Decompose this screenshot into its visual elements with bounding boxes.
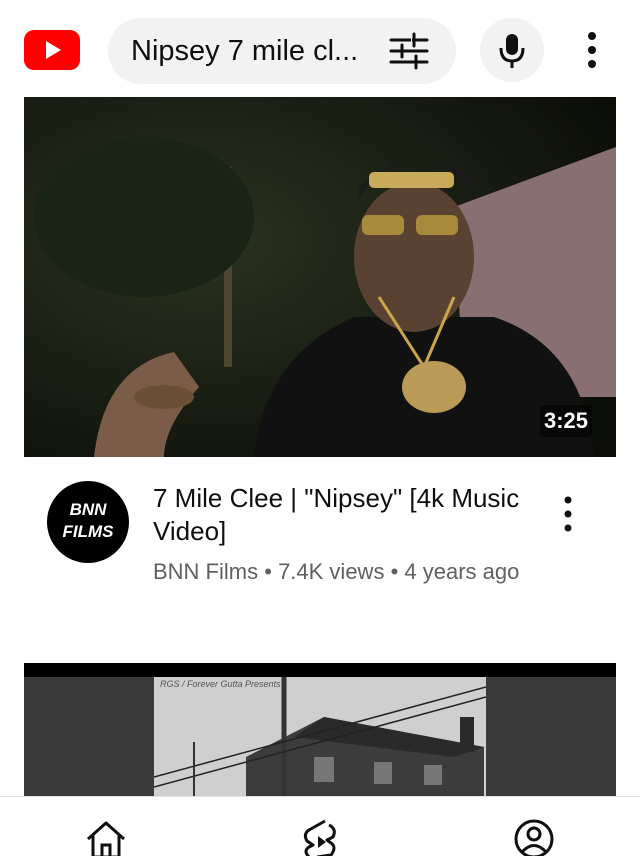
voice-search-button[interactable]: [480, 18, 544, 82]
top-app-bar: Nipsey 7 mile cl...: [0, 0, 640, 96]
channel-name[interactable]: BNN Films: [153, 559, 258, 584]
more-options-button[interactable]: [574, 28, 610, 72]
shorts-icon: [303, 819, 336, 856]
account-icon: [514, 819, 554, 856]
video-thumbnail-image: [24, 97, 616, 457]
more-vertical-icon: [564, 496, 572, 532]
filter-sliders-icon[interactable]: [388, 32, 430, 70]
search-query-text[interactable]: Nipsey 7 mile cl...: [131, 35, 358, 68]
channel-avatar[interactable]: BNN FILMS: [47, 481, 129, 563]
meta-separator: •: [390, 559, 399, 584]
view-count: 7.4K views: [278, 559, 385, 584]
nav-account[interactable]: [512, 817, 556, 856]
video-metadata: BNN Films • 7.4K views • 4 years ago: [153, 556, 533, 587]
thumbnail-caption: RGS / Forever Gutta Presents: [160, 679, 281, 689]
nav-shorts[interactable]: [299, 817, 343, 856]
video-thumbnail[interactable]: 3:25: [24, 97, 616, 457]
channel-avatar-logo-text: BNN FILMS: [62, 500, 114, 541]
nav-home[interactable]: [84, 817, 128, 856]
video-duration-badge: 3:25: [539, 405, 592, 437]
youtube-logo-icon[interactable]: [24, 30, 80, 70]
video-action-menu-button[interactable]: [556, 494, 580, 534]
more-vertical-icon: [588, 32, 596, 68]
search-box[interactable]: Nipsey 7 mile cl...: [108, 18, 456, 84]
video-thumbnail-image: RGS / Forever Gutta Presents: [154, 677, 486, 798]
upload-age: 4 years ago: [404, 559, 520, 584]
video-title[interactable]: 7 Mile Clee | "Nipsey" [4k Music Video]: [153, 482, 533, 548]
meta-separator: •: [264, 559, 272, 584]
bottom-navigation-bar: [0, 796, 640, 856]
microphone-icon: [499, 34, 525, 68]
video-thumbnail[interactable]: RGS / Forever Gutta Presents: [24, 663, 616, 798]
home-icon: [87, 821, 125, 856]
